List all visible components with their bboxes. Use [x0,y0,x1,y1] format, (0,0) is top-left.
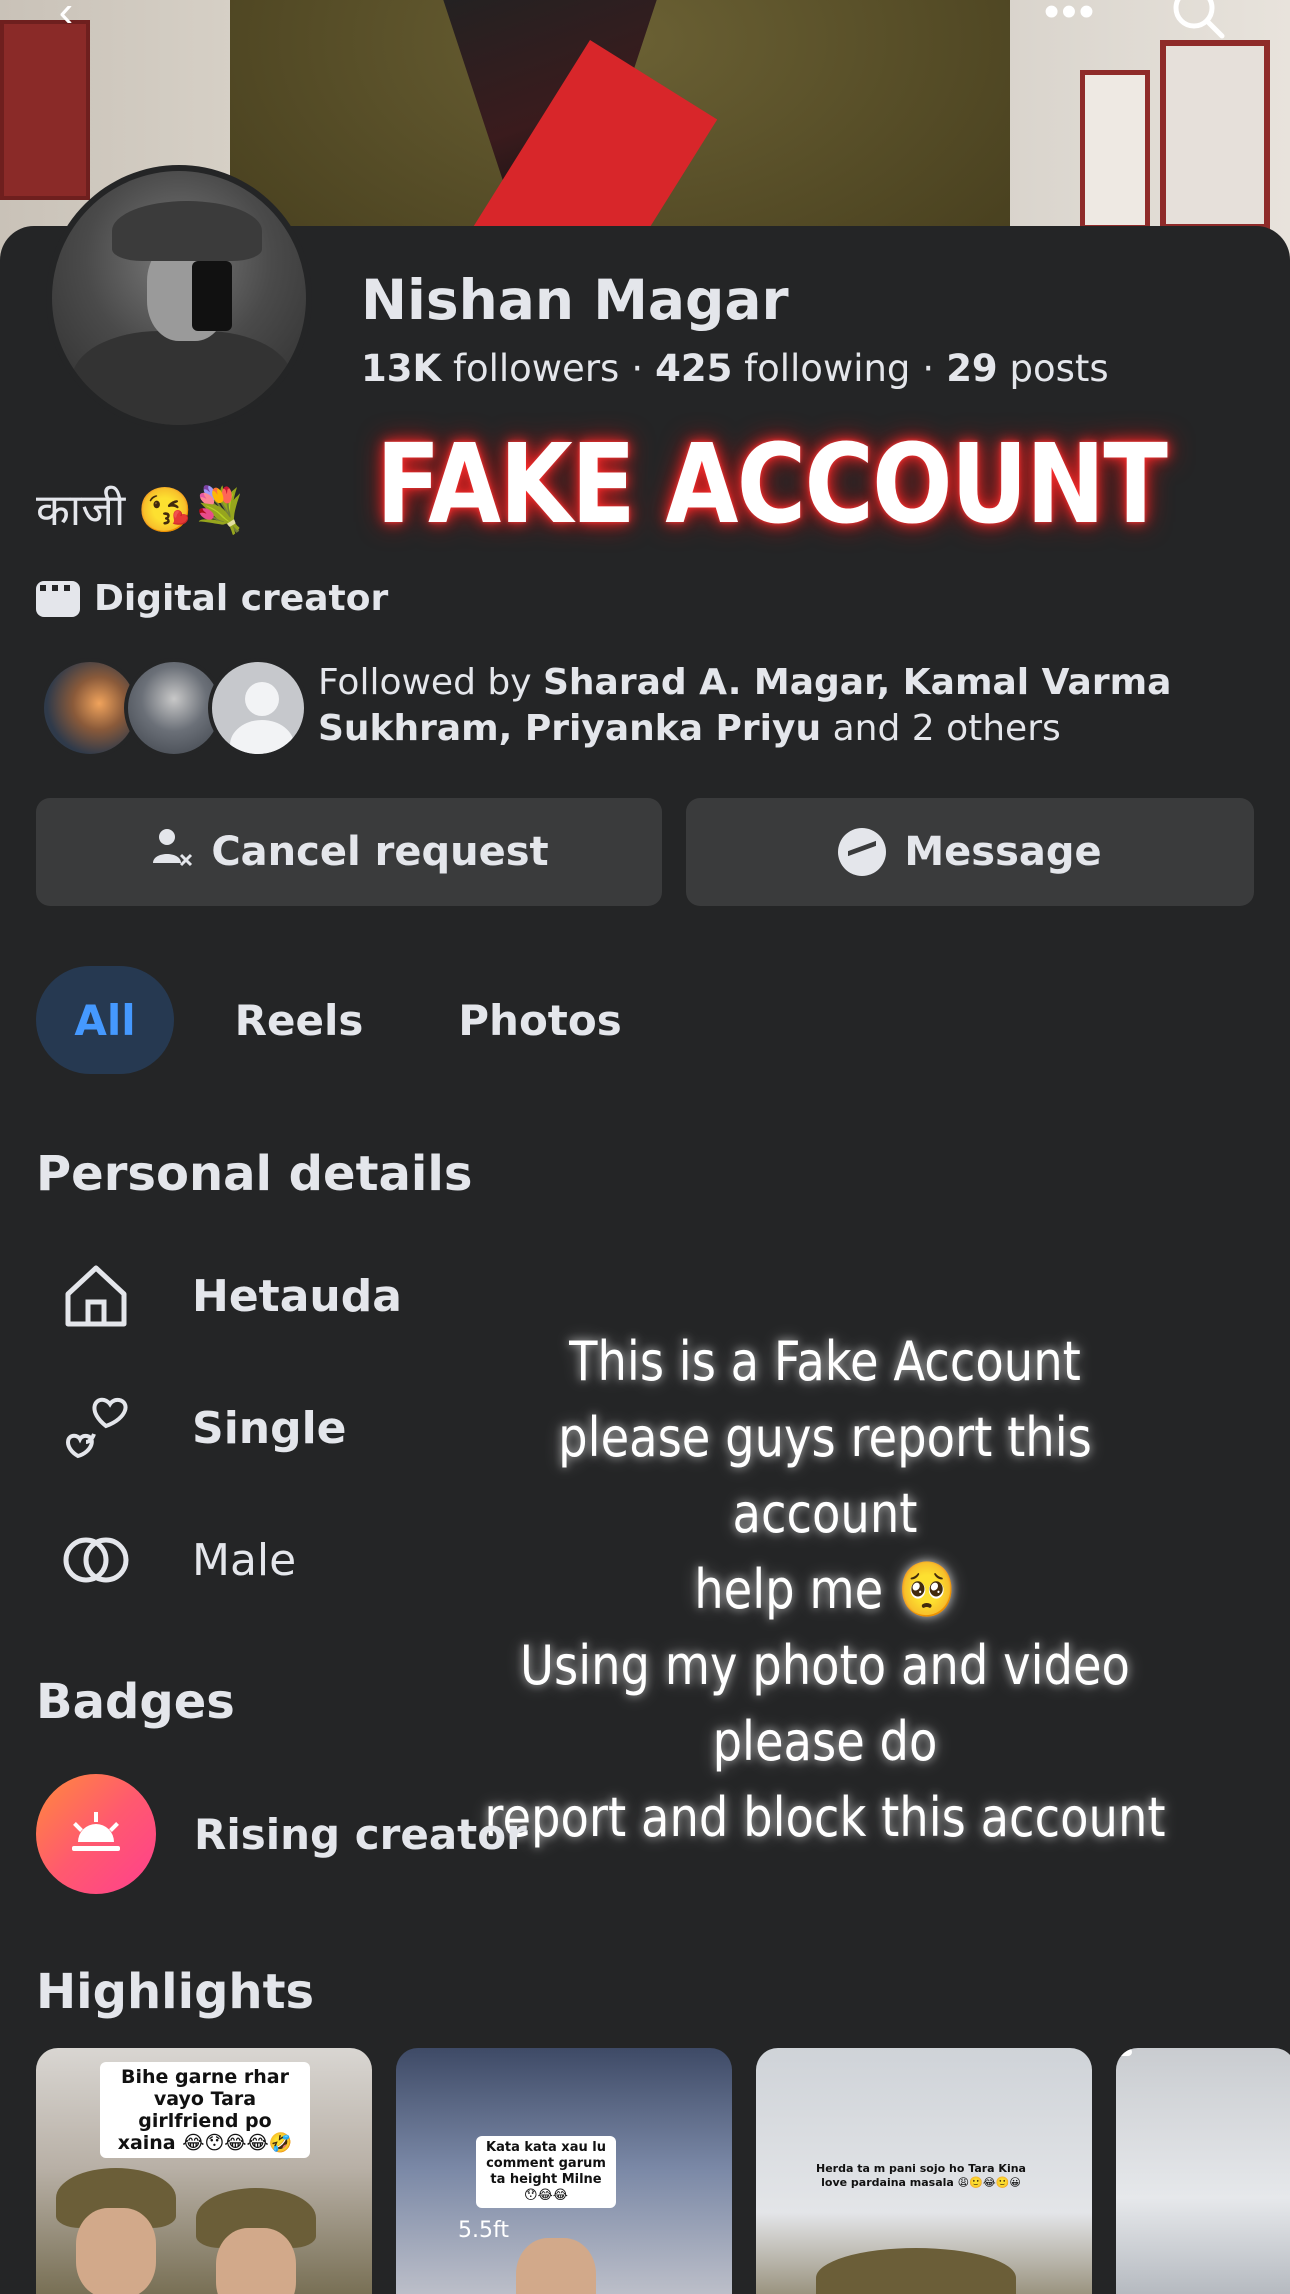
hearts-icon [56,1388,136,1468]
profile-category: Digital creator [36,578,388,619]
detail-relationship[interactable]: Single [56,1388,347,1468]
messenger-icon [838,828,887,876]
detail-hometown[interactable]: Hetauda [56,1256,402,1336]
home-icon [56,1256,136,1336]
profile-bio: काजी 😘💐 [36,486,248,535]
personal-details-title: Personal details [36,1146,473,1202]
cancel-request-button[interactable]: Cancel request [36,798,662,906]
tab-reels[interactable]: Reels [214,966,384,1074]
highlight-caption: Herda ta m pani sojo ho Tara Kina love p… [816,2162,1026,2189]
tab-photos[interactable]: Photos [440,966,640,1074]
back-icon[interactable]: ‹ [36,0,96,42]
fake-account-banner: FAKE ACCOUNT [376,420,1168,548]
detail-gender[interactable]: Male [56,1520,296,1600]
profile-name: Nishan Magar [361,268,789,332]
highlight-card[interactable]: Herda ta m pani sojo ho Tara Kina love p… [756,2048,1092,2294]
profile-stats: 13K followers · 425 following · 29 posts [361,347,1109,390]
followed-by-text[interactable]: Followed by Sharad A. Magar, Kamal Varma… [318,660,1278,752]
more-dots-icon[interactable]: ••• [1040,0,1100,42]
sunrise-icon [36,1774,156,1894]
mutual-friends-avatars[interactable] [40,658,308,758]
mutual-avatar[interactable] [208,658,308,758]
highlight-card[interactable]: Bihe garne rhar vayo Tara girlfriend po … [36,2048,372,2294]
rings-icon [56,1520,136,1600]
highlight-caption [1116,2048,1132,2056]
highlights-carousel[interactable]: Bihe garne rhar vayo Tara girlfriend po … [36,2048,1290,2294]
highlight-card[interactable]: Kata kata xau lu comment garum ta height… [396,2048,732,2294]
highlights-title: Highlights [36,1964,315,2020]
profile-avatar[interactable] [46,165,312,431]
clapperboard-icon [36,580,80,617]
tab-all[interactable]: All [36,966,174,1074]
category-label: Digital creator [94,578,389,619]
search-icon[interactable] [1168,0,1228,42]
highlight-caption: Bihe garne rhar vayo Tara girlfriend po … [100,2062,310,2158]
highlight-card[interactable] [1116,2048,1290,2294]
fake-account-warning-overlay: This is a Fake Account please guys repor… [484,1330,1166,1849]
profile-page: ‹ ••• Nishan Magar 13K followers · 425 fol… [0,0,1290,2294]
following-stat[interactable]: 425 following [655,347,910,390]
badge-rising-creator[interactable]: Rising creator [36,1774,527,1894]
badges-title: Badges [36,1674,235,1730]
height-tag: 5.5ft [458,2218,509,2243]
message-button[interactable]: Message [686,798,1254,906]
followers-stat[interactable]: 13K followers [361,347,619,390]
posts-stat[interactable]: 29 posts [946,347,1108,390]
highlight-caption: Kata kata xau lu comment garum ta height… [476,2136,616,2208]
person-remove-icon [149,825,193,879]
